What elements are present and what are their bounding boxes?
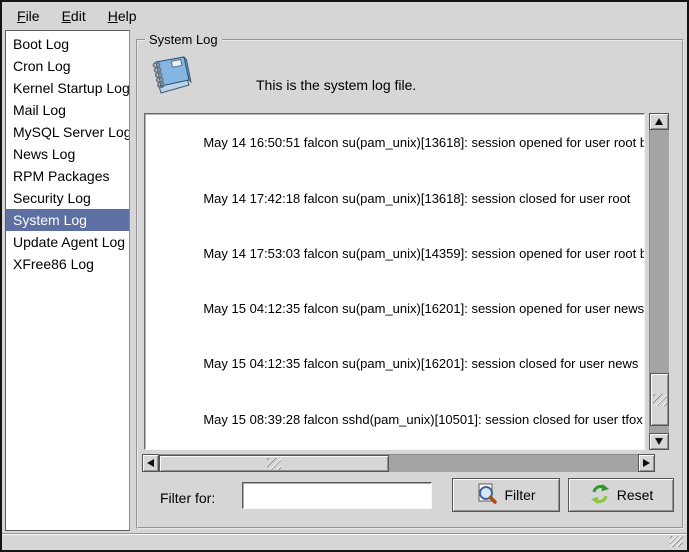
- menu-item[interactable]: File: [6, 4, 51, 28]
- log-line-text: May 15 04:12:35 falcon su(pam_unix)[1620…: [203, 301, 645, 316]
- status-bar: [2, 533, 687, 550]
- scroll-right-button[interactable]: [638, 454, 655, 472]
- log-line[interactable]: ×May 14 16:50:51 falcon su(pam_unix)[136…: [145, 116, 644, 171]
- log-line-text: May 14 17:42:18 falcon su(pam_unix)[1361…: [203, 191, 630, 206]
- menu-item[interactable]: Help: [97, 4, 148, 28]
- sidebar-item[interactable]: Kernel Startup Log: [6, 77, 129, 99]
- thumb-grip: [267, 458, 281, 470]
- filter-input[interactable]: [242, 482, 432, 509]
- sidebar-item[interactable]: Mail Log: [6, 99, 129, 121]
- log-viewer-window: File Edit Help Boot Log Cron Log Kernel …: [0, 0, 689, 552]
- sidebar-item[interactable]: System Log: [6, 209, 129, 231]
- sidebar-item[interactable]: RPM Packages: [6, 165, 129, 187]
- log-line[interactable]: ×May 15 04:12:35 falcon su(pam_unix)[162…: [145, 337, 644, 392]
- log-line[interactable]: ×May 15 08:39:28 falcon sshd(pam_unix)[1…: [145, 392, 644, 447]
- scroll-up-button[interactable]: [649, 113, 669, 130]
- log-line[interactable]: ×May 14 17:53:03 falcon su(pam_unix)[143…: [145, 226, 644, 281]
- horizontal-scroll-trough[interactable]: [159, 454, 638, 472]
- log-line[interactable]: ×May 15 14:12:53 falcon xscreensaver(pam…: [145, 447, 644, 450]
- vertical-scrollbar: [649, 113, 669, 450]
- green-refresh-arrows-icon: [589, 483, 611, 508]
- right-arrow-icon: [643, 459, 650, 467]
- filter-label: Filter for:: [160, 490, 215, 506]
- sidebar-item[interactable]: Boot Log: [6, 33, 129, 55]
- magnifier-document-icon: [476, 483, 498, 508]
- filter-button-label: Filter: [504, 487, 535, 503]
- sidebar-item[interactable]: XFree86 Log: [6, 253, 129, 275]
- log-line-text: May 14 16:50:51 falcon su(pam_unix)[1361…: [203, 135, 645, 150]
- resize-grip[interactable]: [670, 536, 683, 547]
- sidebar-item[interactable]: MySQL Server Log: [6, 121, 129, 143]
- reset-button[interactable]: Reset: [568, 478, 674, 512]
- thumb-grip: [653, 394, 667, 406]
- vertical-scroll-trough[interactable]: [649, 130, 669, 433]
- menu-item[interactable]: Edit: [51, 4, 97, 28]
- main-panel: System Log This is the sy: [136, 30, 684, 531]
- log-line-text: May 14 17:53:03 falcon su(pam_unix)[1435…: [203, 246, 645, 261]
- sidebar-item[interactable]: Security Log: [6, 187, 129, 209]
- log-line-text: May 15 04:12:35 falcon su(pam_unix)[1620…: [203, 356, 638, 371]
- log-line-text: May 15 08:39:28 falcon sshd(pam_unix)[10…: [203, 412, 642, 427]
- vertical-scroll-thumb[interactable]: [650, 373, 669, 426]
- log-line[interactable]: ×May 14 17:42:18 falcon su(pam_unix)[136…: [145, 171, 644, 226]
- log-category-list: Boot Log Cron Log Kernel Startup Log Mai…: [5, 30, 130, 531]
- horizontal-scroll-thumb[interactable]: [159, 455, 389, 472]
- scroll-left-button[interactable]: [142, 454, 159, 472]
- system-log-frame: This is the system log file. ×May 14 16:…: [136, 39, 684, 529]
- horizontal-scrollbar: [142, 454, 655, 472]
- sidebar-item[interactable]: Cron Log: [6, 55, 129, 77]
- log-line[interactable]: ×May 15 04:12:35 falcon su(pam_unix)[162…: [145, 282, 644, 337]
- reset-button-label: Reset: [617, 487, 654, 503]
- filter-button[interactable]: Filter: [452, 478, 560, 512]
- log-text-area[interactable]: ×May 14 16:50:51 falcon su(pam_unix)[136…: [144, 113, 645, 450]
- left-arrow-icon: [147, 459, 154, 467]
- scroll-down-button[interactable]: [649, 433, 669, 450]
- up-arrow-icon: [655, 118, 663, 125]
- notebook-icon: [148, 55, 194, 102]
- frame-title: System Log: [145, 32, 222, 47]
- sidebar-item[interactable]: Update Agent Log: [6, 231, 129, 253]
- menu-bar: File Edit Help: [2, 2, 687, 29]
- sidebar-item[interactable]: News Log: [6, 143, 129, 165]
- down-arrow-icon: [655, 438, 663, 445]
- log-description: This is the system log file.: [256, 77, 416, 93]
